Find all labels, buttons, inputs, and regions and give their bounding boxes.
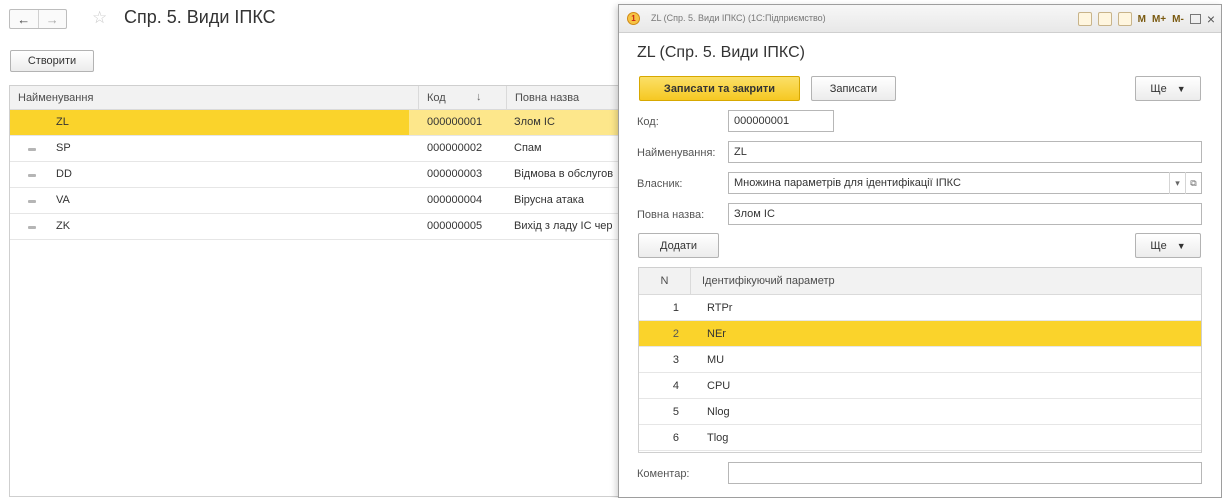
row-name: ZK xyxy=(56,220,71,232)
row-parameter: Nlog xyxy=(707,406,730,418)
row-parameter: CPU xyxy=(707,380,731,392)
table-row[interactable]: VA 000000004 Вірусна атака xyxy=(10,188,618,214)
save-button[interactable]: Записати xyxy=(811,76,896,101)
row-name: VA xyxy=(56,194,70,206)
window-caption: ZL (Спр. 5. Види ІПКС) (1С:Підприємство) xyxy=(651,13,826,23)
row-parameter: RTPr xyxy=(707,302,733,314)
full-name-label: Повна назва: xyxy=(637,209,705,221)
sort-descending-icon: ↓ xyxy=(476,91,482,103)
table-row[interactable]: 3 MU xyxy=(639,347,1201,373)
favorite-star-icon[interactable]: ☆ xyxy=(92,8,107,28)
table-header: Найменування Код ↓ Повна назва xyxy=(10,86,619,111)
table-header: N Ідентифікуючий параметр xyxy=(639,268,1201,295)
comment-field[interactable] xyxy=(728,462,1202,484)
row-full-name: Відмова в обслугов xyxy=(514,168,614,180)
row-number: 3 xyxy=(672,354,679,366)
owner-field[interactable]: Множина параметрів для ідентифікації ІПК… xyxy=(728,172,1202,194)
save-and-close-button[interactable]: Записати та закрити xyxy=(639,76,800,101)
code-label: Код: xyxy=(637,116,659,128)
row-name: SP xyxy=(56,142,71,154)
owner-label: Власник: xyxy=(637,178,683,190)
table-row[interactable]: 6 Tlog xyxy=(639,425,1201,451)
more-menu-button[interactable]: Ще ▼ xyxy=(1135,76,1201,101)
memory-plus-button[interactable]: M+ xyxy=(1152,14,1166,25)
row-number: 2 xyxy=(672,328,679,340)
open-icon[interactable]: ⧉ xyxy=(1185,172,1201,194)
column-header-name[interactable]: Найменування xyxy=(10,86,409,111)
row-name: DD xyxy=(56,168,72,180)
row-code: 000000004 xyxy=(427,194,483,206)
column-header-number[interactable]: N xyxy=(639,268,690,294)
chevron-down-icon: ▼ xyxy=(1176,240,1186,251)
table-row[interactable]: ZL 000000001 Злом ІС xyxy=(10,110,618,136)
row-number: 5 xyxy=(672,406,679,418)
catalog-table: Найменування Код ↓ Повна назва ZL 000000… xyxy=(9,85,618,497)
name-label: Найменування: xyxy=(637,147,716,159)
row-full-name: Злом ІС xyxy=(514,116,555,128)
row-parameter: Tlog xyxy=(707,432,729,444)
more-label: Ще xyxy=(1150,239,1167,252)
calendar-icon[interactable] xyxy=(1117,12,1132,26)
memory-button[interactable]: M xyxy=(1138,14,1146,25)
row-parameter: MU xyxy=(707,354,725,366)
link-icon[interactable] xyxy=(1077,12,1092,26)
row-full-name: Спам xyxy=(514,142,542,154)
row-number: 4 xyxy=(672,380,679,392)
add-button[interactable]: Додати xyxy=(638,233,719,258)
dropdown-icon[interactable]: ▾ xyxy=(1169,172,1185,194)
name-field[interactable]: ZL xyxy=(728,141,1202,163)
calculator-icon[interactable] xyxy=(1097,12,1112,26)
row-code: 000000001 xyxy=(427,116,483,128)
row-code: 000000003 xyxy=(427,168,483,180)
catalog-list-window: ← → ☆ Спр. 5. Види ІПКС Створити Наймену… xyxy=(0,0,618,498)
comment-label: Коментар: xyxy=(637,468,690,480)
parameters-table: N Ідентифікуючий параметр 1 RTPr 2 NEr 3… xyxy=(638,267,1202,453)
more-label: Ще xyxy=(1150,82,1167,95)
back-button[interactable]: ← xyxy=(10,10,38,28)
close-icon[interactable]: × xyxy=(1207,11,1215,27)
create-button[interactable]: Створити xyxy=(10,50,94,72)
owner-value: Множина параметрів для ідентифікації ІПК… xyxy=(734,177,961,189)
memory-minus-button[interactable]: M- xyxy=(1172,14,1184,25)
maximize-icon[interactable] xyxy=(1189,14,1201,24)
item-form-window: 1 ZL (Спр. 5. Види ІПКС) (1С:Підприємств… xyxy=(618,4,1222,498)
page-title: Спр. 5. Види ІПКС xyxy=(124,7,276,27)
forward-button[interactable]: → xyxy=(37,10,67,28)
navigation-buttons: ← → xyxy=(9,9,67,29)
table-row[interactable]: 5 Nlog xyxy=(639,399,1201,425)
row-name: ZL xyxy=(10,110,409,135)
row-number: 1 xyxy=(672,302,679,314)
table-row[interactable]: 2 NEr xyxy=(639,321,1201,347)
row-code: 000000002 xyxy=(427,142,483,154)
row-full-name: Вірусна атака xyxy=(514,194,584,206)
table-row[interactable]: ZK 000000005 Вихід з ладу ІС чер xyxy=(10,214,618,240)
row-code: 000000005 xyxy=(427,220,483,232)
column-header-code[interactable]: Код xyxy=(418,86,506,111)
table-row[interactable]: SP 000000002 Спам xyxy=(10,136,618,162)
form-title: ZL (Спр. 5. Види ІПКС) xyxy=(637,44,805,61)
app-logo-icon: 1 xyxy=(627,12,640,25)
table-row[interactable]: 1 RTPr xyxy=(639,295,1201,321)
table-row[interactable]: DD 000000003 Відмова в обслугов xyxy=(10,162,618,188)
window-title-bar[interactable]: 1 ZL (Спр. 5. Види ІПКС) (1С:Підприємств… xyxy=(619,5,1221,33)
table-more-menu-button[interactable]: Ще ▼ xyxy=(1135,233,1201,258)
row-full-name: Вихід з ладу ІС чер xyxy=(514,220,613,232)
column-header-parameter[interactable]: Ідентифікуючий параметр xyxy=(690,268,835,294)
row-number: 6 xyxy=(672,432,679,444)
column-header-full-name[interactable]: Повна назва xyxy=(506,86,619,111)
table-row[interactable]: 4 CPU xyxy=(639,373,1201,399)
full-name-field[interactable]: Злом ІС xyxy=(728,203,1202,225)
chevron-down-icon: ▼ xyxy=(1176,83,1186,94)
row-parameter: NEr xyxy=(707,328,726,340)
window-toolbar: M M+ M- × xyxy=(1077,11,1215,27)
code-field[interactable]: 000000001 xyxy=(728,110,834,132)
